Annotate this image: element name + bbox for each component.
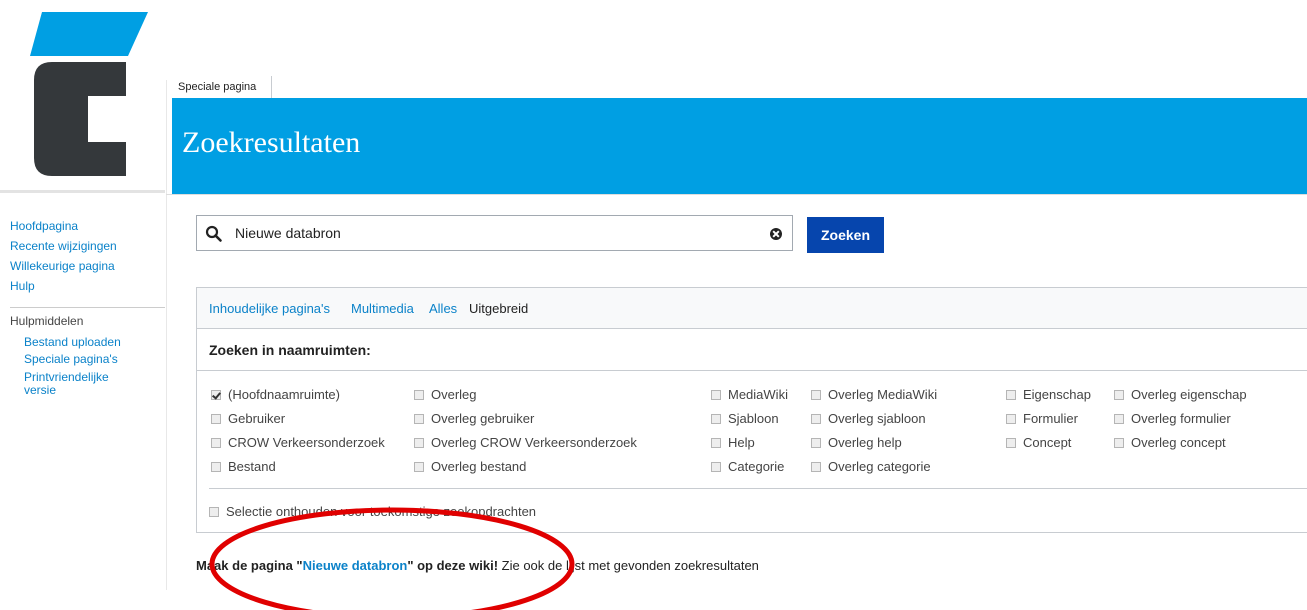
ns-checkbox-sjabloon[interactable]: Sjabloon bbox=[711, 411, 779, 426]
ns-checkbox-overleg[interactable]: Overleg bbox=[414, 387, 477, 402]
remember-selection-checkbox[interactable]: Selectie onthouden voor toekomstige zoek… bbox=[209, 504, 536, 519]
search-input[interactable] bbox=[235, 222, 755, 244]
checkbox[interactable] bbox=[711, 462, 721, 472]
checkbox[interactable] bbox=[1006, 438, 1016, 448]
create-page-link[interactable]: Nieuwe databron bbox=[303, 558, 408, 573]
sidebar-item-hulp[interactable]: Hulp bbox=[10, 276, 117, 296]
tool-printable-version[interactable]: Printvriendelijke versie bbox=[24, 371, 114, 397]
suggest-suffix: " op deze wiki! bbox=[407, 558, 499, 573]
checkbox[interactable] bbox=[211, 462, 221, 472]
ns-checkbox-concept[interactable]: Concept bbox=[1006, 435, 1071, 450]
ns-checkbox-overleg-sjabloon[interactable]: Overleg sjabloon bbox=[811, 411, 926, 426]
tool-special-pages[interactable]: Speciale pagina's bbox=[24, 351, 121, 368]
sidebar-item-willekeurige-pagina[interactable]: Willekeurige pagina bbox=[10, 256, 117, 276]
page-header: Zoekresultaten bbox=[172, 98, 1307, 194]
sidebar-divider bbox=[10, 307, 165, 308]
checkbox[interactable] bbox=[811, 462, 821, 472]
tab-special-page[interactable]: Speciale pagina bbox=[172, 76, 272, 98]
checkbox[interactable] bbox=[811, 390, 821, 400]
sidebar-item-hoofdpagina[interactable]: Hoofdpagina bbox=[10, 216, 117, 236]
checkbox[interactable] bbox=[711, 414, 721, 424]
ns-checkbox-overleg-bestand[interactable]: Overleg bestand bbox=[414, 459, 526, 474]
sidebar-item-recente-wijzigingen[interactable]: Recente wijzigingen bbox=[10, 236, 117, 256]
checkbox[interactable] bbox=[811, 438, 821, 448]
ns-checkbox-overleg-concept[interactable]: Overleg concept bbox=[1114, 435, 1226, 450]
tools-list: Bestand uploaden Speciale pagina's Print… bbox=[24, 334, 121, 397]
checkbox[interactable] bbox=[414, 390, 424, 400]
checkbox[interactable] bbox=[811, 414, 821, 424]
ns-checkbox-hoofdnaamruimte[interactable]: (Hoofdnaamruimte) bbox=[211, 387, 340, 402]
advanced-search-panel: Inhoudelijke pagina's Multimedia Alles U… bbox=[196, 287, 1307, 533]
checkbox[interactable] bbox=[1114, 438, 1124, 448]
ns-checkbox-overleg-help[interactable]: Overleg help bbox=[811, 435, 902, 450]
checkbox[interactable] bbox=[414, 462, 424, 472]
search-profile-tabs: Inhoudelijke pagina's Multimedia Alles U… bbox=[197, 288, 1307, 329]
sidebar-edge bbox=[0, 190, 165, 193]
checkbox[interactable] bbox=[211, 438, 221, 448]
checkbox-checked[interactable] bbox=[211, 390, 221, 400]
search-icon bbox=[205, 225, 222, 242]
panel-separator-bottom bbox=[209, 488, 1307, 489]
profile-content-pages[interactable]: Inhoudelijke pagina's bbox=[209, 301, 330, 316]
create-page-suggestion: Maak de pagina "Nieuwe databron" op deze… bbox=[196, 558, 759, 573]
ns-checkbox-gebruiker[interactable]: Gebruiker bbox=[211, 411, 285, 426]
profile-advanced[interactable]: Uitgebreid bbox=[469, 301, 528, 316]
tab-bar: Speciale pagina bbox=[172, 76, 1307, 99]
content-border bbox=[166, 80, 167, 590]
ns-checkbox-categorie[interactable]: Categorie bbox=[711, 459, 784, 474]
ns-checkbox-formulier[interactable]: Formulier bbox=[1006, 411, 1078, 426]
logo-c-shape bbox=[34, 62, 126, 176]
header-border bbox=[166, 194, 1307, 195]
checkbox[interactable] bbox=[1114, 414, 1124, 424]
panel-separator bbox=[197, 370, 1307, 371]
checkbox[interactable] bbox=[1006, 414, 1016, 424]
ns-checkbox-overleg-gebruiker[interactable]: Overleg gebruiker bbox=[414, 411, 534, 426]
ns-checkbox-overleg-formulier[interactable]: Overleg formulier bbox=[1114, 411, 1231, 426]
checkbox[interactable] bbox=[1114, 390, 1124, 400]
logo-blue-stripe bbox=[30, 12, 148, 56]
profile-multimedia[interactable]: Multimedia bbox=[351, 301, 414, 316]
tool-upload-file[interactable]: Bestand uploaden bbox=[24, 334, 121, 351]
search-box bbox=[196, 215, 793, 251]
ns-checkbox-mediawiki[interactable]: MediaWiki bbox=[711, 387, 788, 402]
checkbox[interactable] bbox=[711, 438, 721, 448]
suggest-prefix: Maak de pagina " bbox=[196, 558, 303, 573]
checkbox[interactable] bbox=[209, 507, 219, 517]
tools-heading: Hulpmiddelen bbox=[10, 314, 84, 328]
profile-all[interactable]: Alles bbox=[429, 301, 457, 316]
ns-checkbox-overleg-crow[interactable]: Overleg CROW Verkeersonderzoek bbox=[414, 435, 637, 450]
suggest-rest: Zie ook de lijst met gevonden zoekresult… bbox=[498, 558, 759, 573]
namespace-heading: Zoeken in naamruimten: bbox=[209, 342, 371, 358]
ns-checkbox-overleg-mediawiki[interactable]: Overleg MediaWiki bbox=[811, 387, 937, 402]
site-logo[interactable] bbox=[0, 0, 165, 190]
ns-checkbox-overleg-categorie[interactable]: Overleg categorie bbox=[811, 459, 931, 474]
checkbox[interactable] bbox=[414, 438, 424, 448]
page-title: Zoekresultaten bbox=[182, 126, 361, 159]
ns-checkbox-overleg-eigenschap[interactable]: Overleg eigenschap bbox=[1114, 387, 1247, 402]
clear-search-icon[interactable] bbox=[770, 228, 782, 240]
ns-checkbox-eigenschap[interactable]: Eigenschap bbox=[1006, 387, 1091, 402]
search-button[interactable]: Zoeken bbox=[807, 217, 884, 253]
checkbox[interactable] bbox=[711, 390, 721, 400]
ns-checkbox-bestand[interactable]: Bestand bbox=[211, 459, 276, 474]
checkbox[interactable] bbox=[211, 414, 221, 424]
checkbox[interactable] bbox=[414, 414, 424, 424]
checkbox[interactable] bbox=[1006, 390, 1016, 400]
sidebar: Hoofdpagina Recente wijzigingen Willekeu… bbox=[0, 190, 165, 590]
ns-checkbox-crow[interactable]: CROW Verkeersonderzoek bbox=[211, 435, 385, 450]
ns-checkbox-help[interactable]: Help bbox=[711, 435, 755, 450]
sidebar-nav: Hoofdpagina Recente wijzigingen Willekeu… bbox=[10, 216, 117, 296]
